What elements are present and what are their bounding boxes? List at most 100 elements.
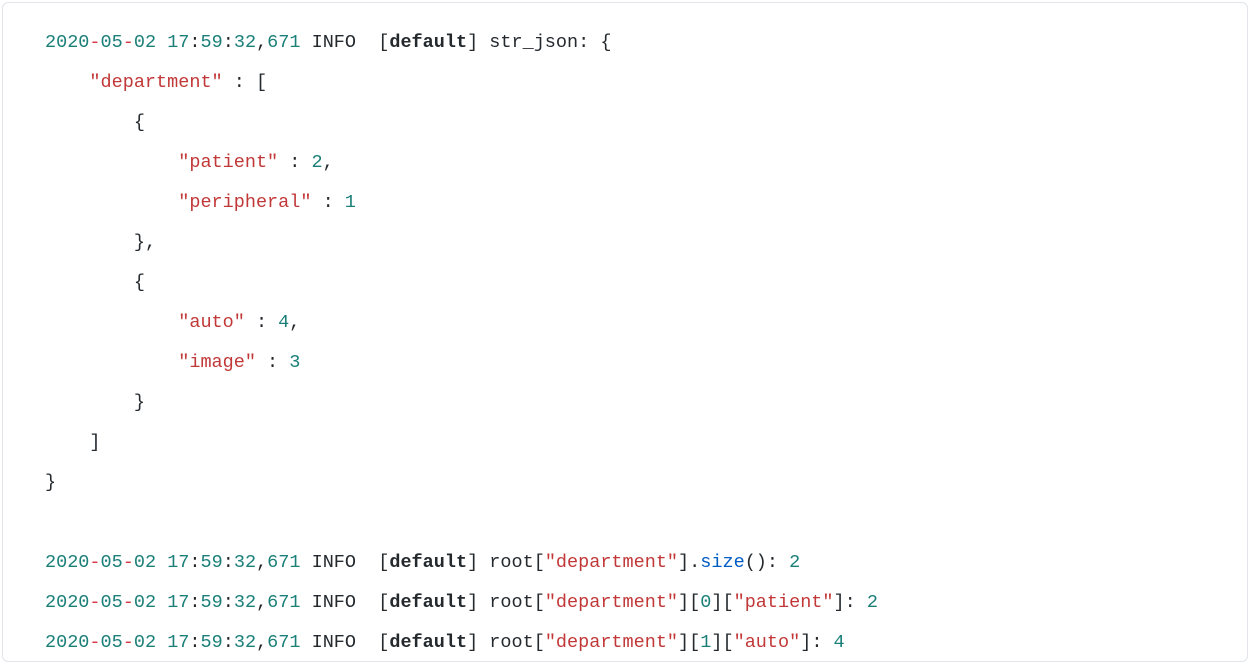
d3b: - <box>123 592 134 613</box>
d2a: - <box>89 552 100 573</box>
ts-ms: 671 <box>267 32 300 53</box>
colon-1: : <box>189 32 200 53</box>
ts-month: 05 <box>101 32 123 53</box>
comma-auto: , <box>289 312 300 333</box>
colon-per: : <box>311 192 344 213</box>
level: INFO <box>312 32 356 53</box>
root4: root <box>489 632 533 653</box>
parens: () <box>745 552 767 573</box>
ts3-ms: 671 <box>267 592 300 613</box>
d4a: - <box>89 632 100 653</box>
key-patient: "patient" <box>178 152 278 173</box>
ts-m: 59 <box>201 32 223 53</box>
rb4: ] <box>467 632 478 653</box>
colon-2: : <box>223 32 234 53</box>
lb4: [ <box>378 632 389 653</box>
dash-1: - <box>89 32 100 53</box>
fac2: default <box>389 552 467 573</box>
rb4b: ] <box>678 632 689 653</box>
ts4-h: 17 <box>167 632 189 653</box>
lb2: [ <box>378 552 389 573</box>
log-line-3: 2020-05-02 17:59:32,671 INFO [default] r… <box>45 592 878 613</box>
colon-auto: : <box>245 312 278 333</box>
lvl3: INFO <box>312 592 356 613</box>
rb3b: ] <box>678 592 689 613</box>
key-peripheral: "peripheral" <box>178 192 311 213</box>
fac4: default <box>389 632 467 653</box>
c4b: : <box>223 632 234 653</box>
val-image: 3 <box>289 352 300 373</box>
rb3d: ] <box>834 592 845 613</box>
sizeval: 2 <box>789 552 800 573</box>
root3: root <box>489 592 533 613</box>
rb2b: ] <box>678 552 689 573</box>
dot2: . <box>689 552 700 573</box>
ts-day: 02 <box>134 32 156 53</box>
ts3-s: 32 <box>234 592 256 613</box>
ts2-d: 02 <box>134 552 156 573</box>
lb2b: [ <box>534 552 545 573</box>
arr-close: ] <box>89 432 100 453</box>
colon-dep: : <box>223 72 256 93</box>
comma-1: , <box>256 32 267 53</box>
obj0-open: { <box>134 112 145 133</box>
lb4d: [ <box>722 632 733 653</box>
colon-img: : <box>256 352 289 373</box>
rb4d: ] <box>800 632 811 653</box>
comma-pat: , <box>323 152 334 173</box>
obj1-close: } <box>134 392 145 413</box>
d2b: - <box>123 552 134 573</box>
d3a: - <box>89 592 100 613</box>
ts3-m: 59 <box>201 592 223 613</box>
lb3b: [ <box>534 592 545 613</box>
ts4-mo: 05 <box>101 632 123 653</box>
ts3-mo: 05 <box>101 592 123 613</box>
facility-1: default <box>389 32 467 53</box>
arr-open: [ <box>256 72 267 93</box>
c3b: : <box>223 592 234 613</box>
ts4-d: 02 <box>134 632 156 653</box>
rb4c: ] <box>711 632 722 653</box>
lb4b: [ <box>534 632 545 653</box>
obj0-close: } <box>134 232 145 253</box>
ts4-ms: 671 <box>267 632 300 653</box>
ts-s: 32 <box>234 32 256 53</box>
rbracket-1: ] <box>467 32 478 53</box>
cm4: , <box>256 632 267 653</box>
sep2: : <box>767 552 789 573</box>
val-auto: 4 <box>278 312 289 333</box>
sep-1: : <box>578 32 600 53</box>
sep3: : <box>845 592 867 613</box>
ts2-y: 2020 <box>45 552 89 573</box>
dep4: "department" <box>545 632 678 653</box>
ts2-h: 17 <box>167 552 189 573</box>
lb4c: [ <box>689 632 700 653</box>
comma-obj0: , <box>145 232 156 253</box>
ts3-y: 2020 <box>45 592 89 613</box>
sep4: : <box>811 632 833 653</box>
patout: 2 <box>867 592 878 613</box>
msg-strjson: str_json <box>489 32 578 53</box>
cm3: , <box>256 592 267 613</box>
rb2: ] <box>467 552 478 573</box>
c2b: : <box>223 552 234 573</box>
val-peripheral: 1 <box>345 192 356 213</box>
log-line-1: 2020-05-02 17:59:32,671 INFO [default] s… <box>45 32 611 53</box>
ts2-mo: 05 <box>101 552 123 573</box>
fac3: default <box>389 592 467 613</box>
dep3: "department" <box>545 592 678 613</box>
dep2: "department" <box>545 552 678 573</box>
ts2-s: 32 <box>234 552 256 573</box>
c2a: : <box>189 552 200 573</box>
key-auto: "auto" <box>178 312 245 333</box>
lb3: [ <box>378 592 389 613</box>
ts-year: 2020 <box>45 32 89 53</box>
lbracket-1: [ <box>378 32 389 53</box>
sizefn: size <box>700 552 744 573</box>
ts2-m: 59 <box>201 552 223 573</box>
c3a: : <box>189 592 200 613</box>
lb3d: [ <box>722 592 733 613</box>
code-log-block: 2020-05-02 17:59:32,671 INFO [default] s… <box>2 2 1248 662</box>
obj1-open: { <box>134 272 145 293</box>
colon-pat: : <box>278 152 311 173</box>
